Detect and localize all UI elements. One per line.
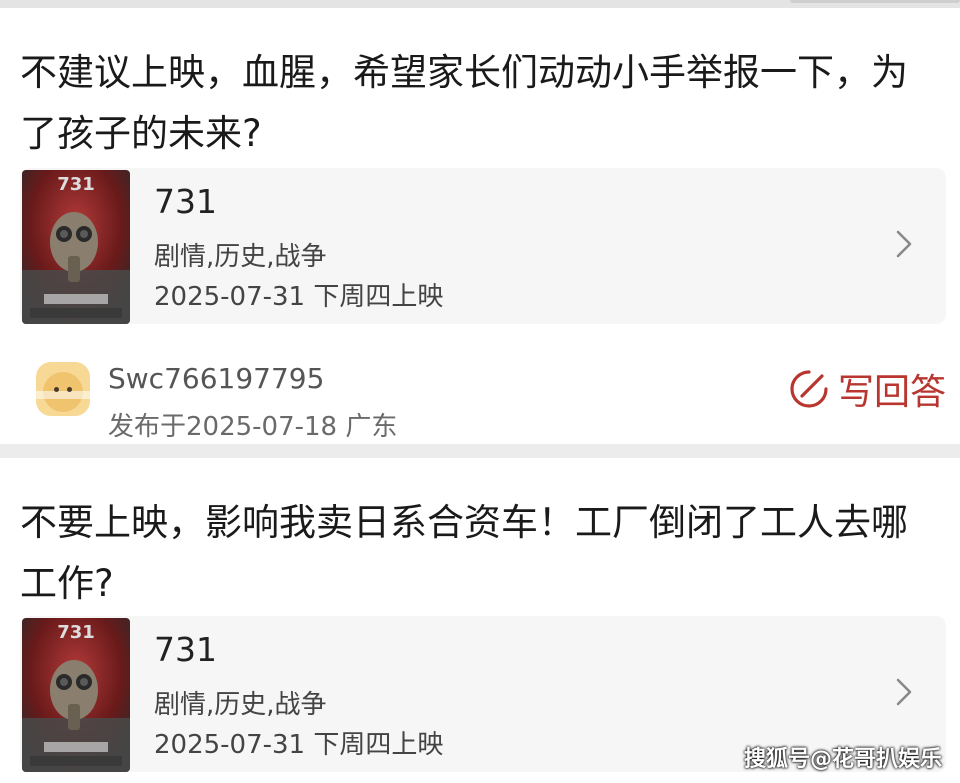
question-text[interactable]: 不建议上映，血腥，希望家长们动动小手举报一下，为了孩子的未来? — [20, 42, 930, 164]
movie-genre: 剧情,历史,战争 — [154, 690, 327, 720]
movie-poster-image: 731 — [22, 618, 130, 772]
post-meta: 发布于2025-07-18 广东 — [108, 412, 398, 442]
avatar-band — [36, 391, 90, 399]
movie-release-date: 2025-07-31 下周四上映 — [154, 282, 444, 312]
user-avatar[interactable] — [36, 362, 90, 416]
question-card: 不要上映，影响我卖日系合资车！工厂倒闭了工人去哪工作? 731 731 剧情,历… — [0, 458, 960, 783]
write-answer-label: 写回答 — [837, 372, 946, 413]
svg-text:731: 731 — [57, 622, 95, 643]
qa-feed: 不建议上映，血腥，希望家长们动动小手举报一下，为了孩子的未来? 731 731 … — [0, 0, 960, 783]
username[interactable]: Swc766197795 — [108, 362, 324, 395]
chevron-right-icon — [896, 678, 912, 706]
movie-link-card[interactable]: 731 731 剧情,历史,战争 2025-07-31 下周四上映 — [20, 168, 946, 324]
scroll-indicator — [790, 0, 960, 3]
movie-title: 731 — [154, 630, 217, 669]
author-row: Swc766197795 发布于2025-07-18 广东 写回答 — [20, 350, 946, 442]
question-text[interactable]: 不要上映，影响我卖日系合资车！工厂倒闭了工人去哪工作? — [20, 492, 930, 614]
movie-release-date: 2025-07-31 下周四上映 — [154, 730, 444, 760]
avatar-eye — [67, 387, 72, 392]
edit-pen-icon — [790, 370, 828, 408]
avatar-eye — [54, 387, 59, 392]
top-edge — [0, 0, 960, 8]
movie-title: 731 — [154, 182, 217, 221]
watermark: 搜狐号@花哥扒娱乐 — [743, 747, 942, 772]
movie-genre: 剧情,历史,战争 — [154, 242, 327, 272]
question-card: 不建议上映，血腥，希望家长们动动小手举报一下，为了孩子的未来? 731 731 … — [0, 8, 960, 444]
write-answer-button[interactable]: 写回答 — [788, 364, 946, 414]
chevron-right-icon — [896, 230, 912, 258]
svg-text:731: 731 — [57, 174, 95, 195]
movie-poster-image: 731 — [22, 170, 130, 324]
